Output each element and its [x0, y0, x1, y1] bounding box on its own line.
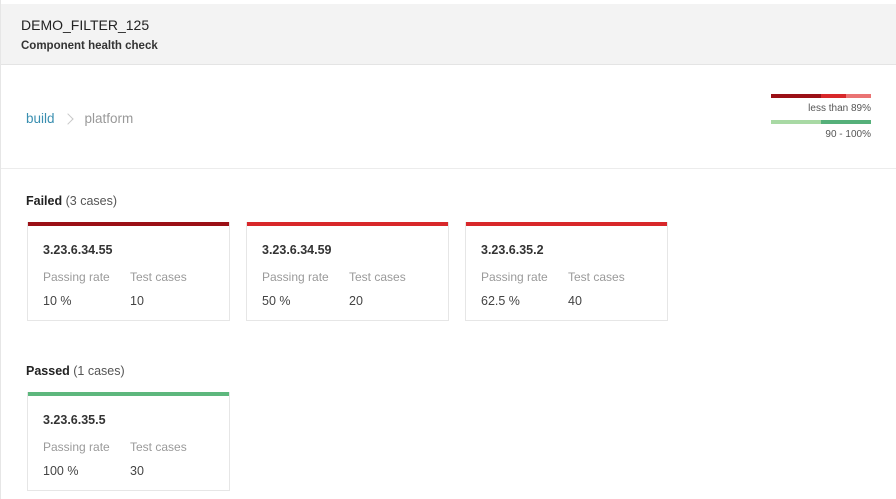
section-count: (1 cases): [73, 364, 125, 378]
test-cases-value: 10: [130, 294, 144, 308]
section-title-text: Passed: [26, 364, 70, 378]
breadcrumb-current: platform: [84, 111, 134, 126]
page-subtitle: Component health check: [21, 40, 158, 52]
page-title: DEMO_FILTER_125: [21, 17, 150, 33]
test-cases-value: 20: [349, 294, 363, 308]
build-version: 3.23.6.35.2: [481, 243, 544, 257]
section-title-text: Failed: [26, 194, 63, 208]
legend: less than 89% 90 - 100%: [771, 94, 871, 146]
legend-fail-label: less than 89%: [808, 103, 871, 114]
legend-pass-label: 90 - 100%: [825, 129, 871, 140]
section-title-failed: Failed (3 cases): [26, 194, 117, 208]
test-cases-label: Test cases: [130, 440, 187, 454]
legend-fail-bar: [771, 94, 871, 98]
legend-fail-segment-red: [821, 94, 846, 98]
build-card[interactable]: 3.23.6.35.2 Passing rate Test cases 62.5…: [465, 222, 668, 321]
passing-rate-value: 100 %: [43, 464, 79, 478]
passing-rate-value: 50 %: [262, 294, 291, 308]
passing-rate-value: 62.5 %: [481, 294, 520, 308]
build-card[interactable]: 3.23.6.34.55 Passing rate Test cases 10 …: [27, 222, 230, 321]
page: DEMO_FILTER_125 Component health check b…: [0, 0, 896, 499]
legend-pass-bar: [771, 120, 871, 124]
build-version: 3.23.6.35.5: [43, 413, 106, 427]
status-bar: [28, 392, 229, 396]
test-cases-label: Test cases: [568, 270, 625, 284]
build-card[interactable]: 3.23.6.34.59 Passing rate Test cases 50 …: [246, 222, 449, 321]
section-count: (3 cases): [65, 194, 118, 208]
build-version: 3.23.6.34.55: [43, 243, 113, 257]
status-bar: [247, 222, 448, 226]
section-title-passed: Passed (1 cases): [26, 364, 125, 378]
breadcrumb: build platform: [26, 111, 133, 126]
passing-rate-value: 10 %: [43, 294, 72, 308]
breadcrumb-link-build[interactable]: build: [26, 111, 55, 126]
passing-rate-label: Passing rate: [481, 270, 548, 284]
test-cases-label: Test cases: [130, 270, 187, 284]
status-bar: [28, 222, 229, 226]
passing-rate-label: Passing rate: [43, 440, 110, 454]
passing-rate-label: Passing rate: [43, 270, 110, 284]
test-cases-label: Test cases: [349, 270, 406, 284]
legend-pass-segment-light: [771, 120, 821, 124]
toolbar: build platform less than 89% 90 - 100%: [1, 65, 896, 169]
chevron-right-icon: [61, 112, 74, 125]
legend-fail-segment-light: [846, 94, 871, 98]
passing-rate-label: Passing rate: [262, 270, 329, 284]
test-cases-value: 30: [130, 464, 144, 478]
test-cases-value: 40: [568, 294, 582, 308]
legend-pass-segment-green: [821, 120, 871, 124]
build-version: 3.23.6.34.59: [262, 243, 332, 257]
page-header: DEMO_FILTER_125 Component health check: [1, 4, 896, 65]
build-card[interactable]: 3.23.6.35.5 Passing rate Test cases 100 …: [27, 392, 230, 491]
status-bar: [466, 222, 667, 226]
legend-fail-segment-dark: [771, 94, 821, 98]
